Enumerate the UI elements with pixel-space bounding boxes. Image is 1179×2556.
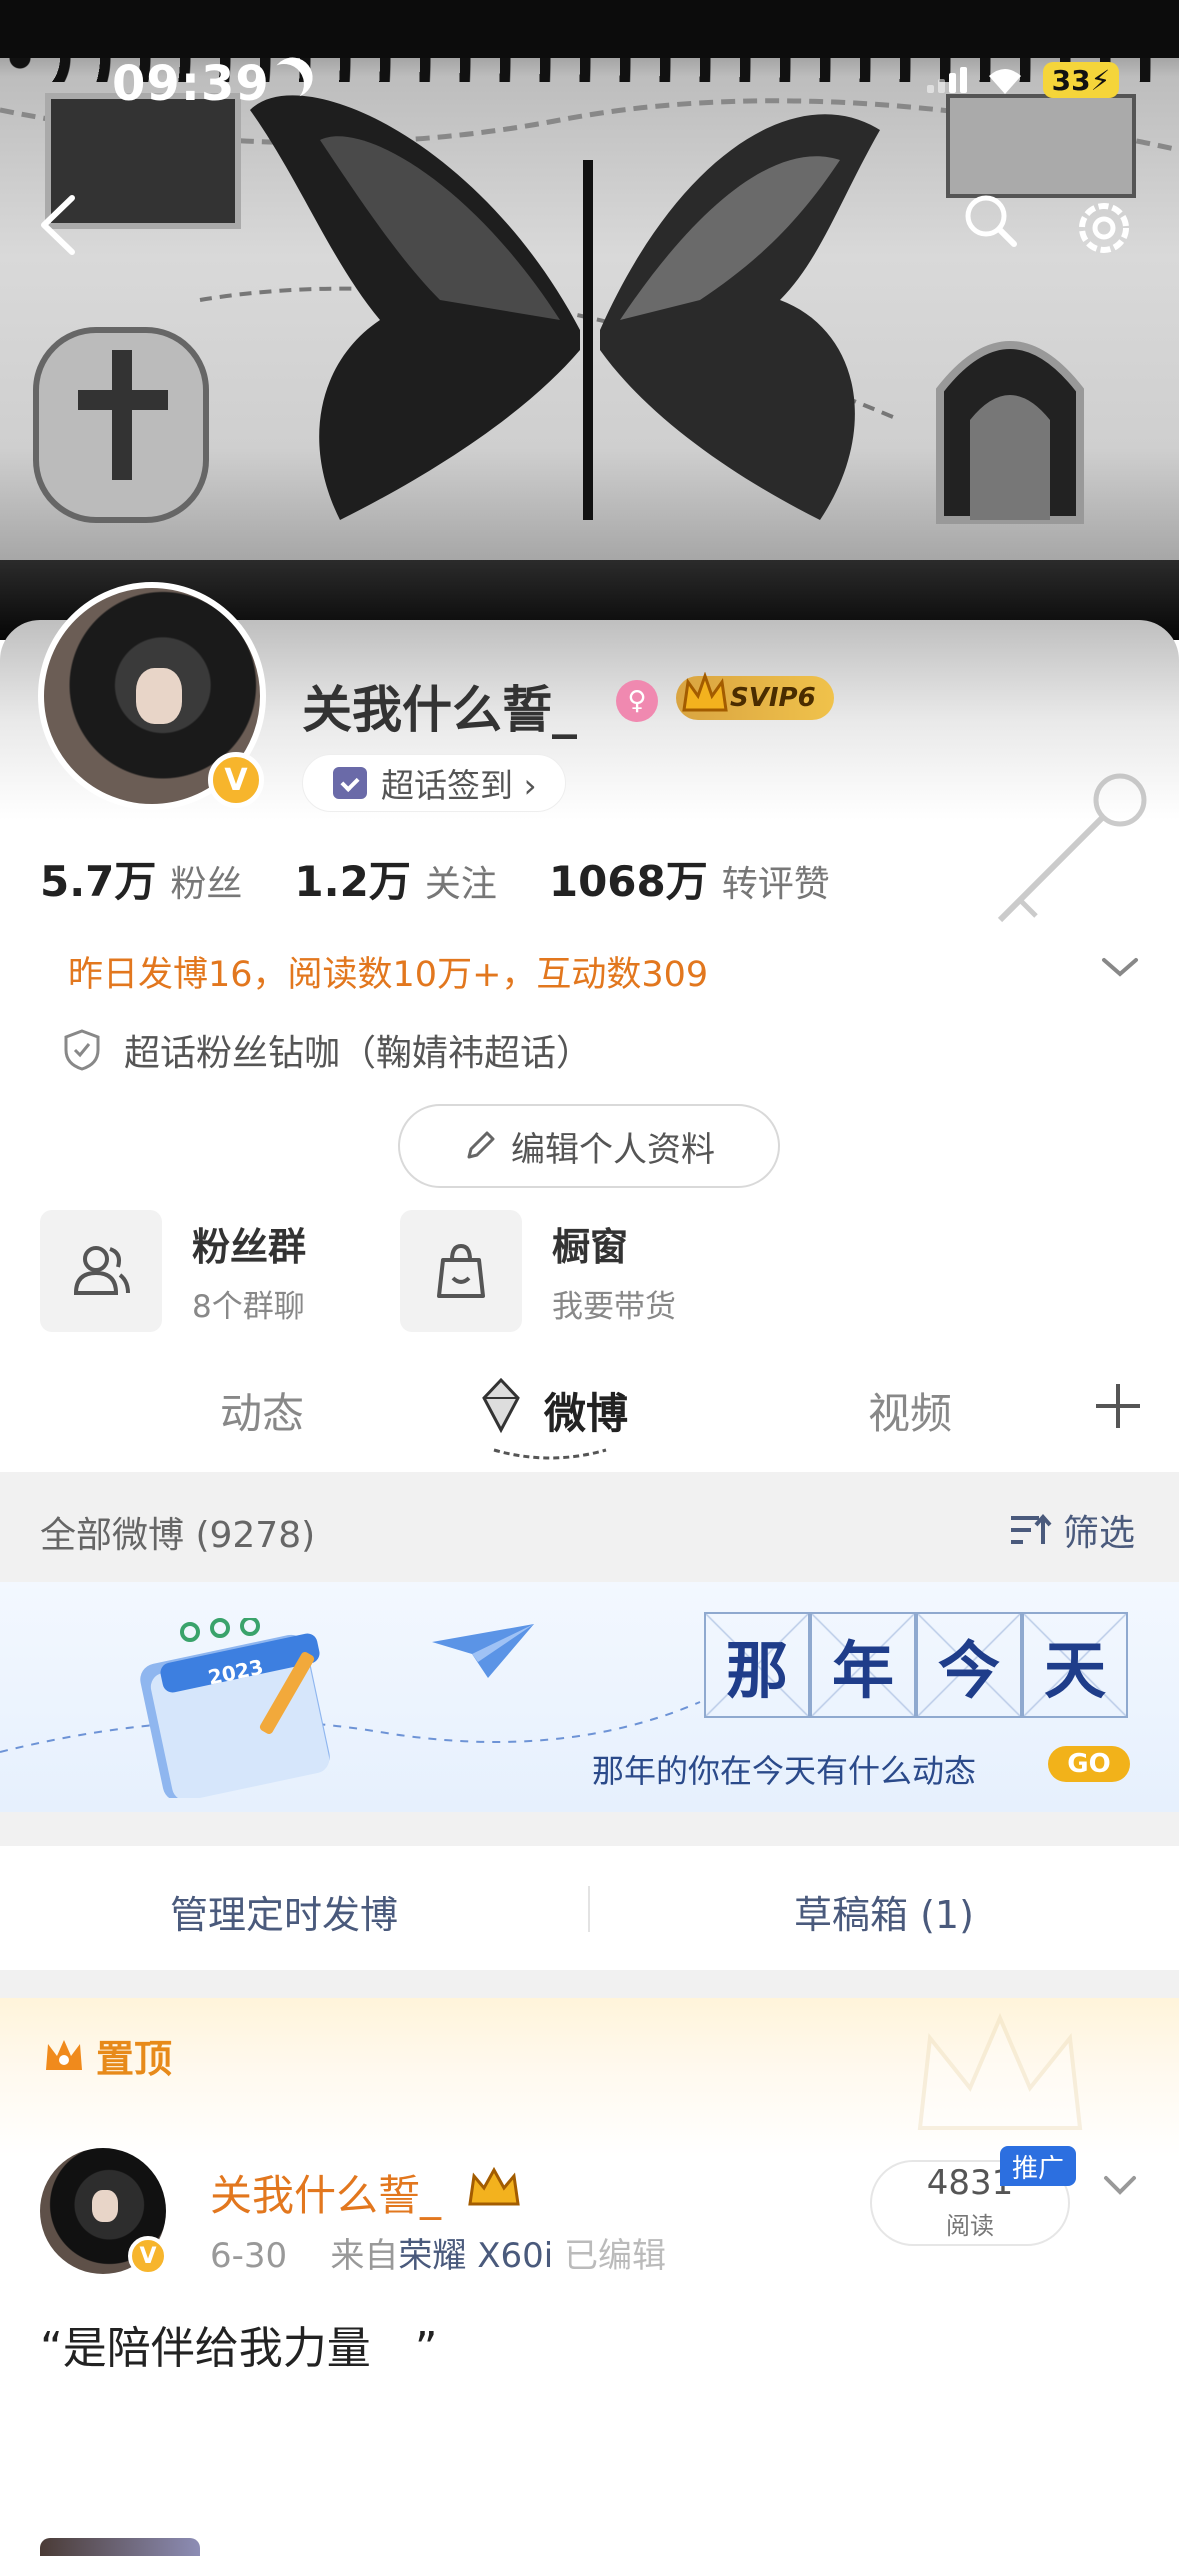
edit-profile-label: 编辑个人资料: [511, 1129, 715, 1170]
svip-crown-icon: [682, 672, 728, 712]
svip-badge[interactable]: SVIP6: [676, 672, 834, 720]
title-char: 年: [810, 1612, 916, 1718]
post-edited-label: 已编辑: [564, 2236, 667, 2276]
fan-title-text: 超话粉丝钻咖（鞠婧祎超话）: [124, 1033, 593, 1074]
feature-tiles: 粉丝群 8个群聊 橱窗 我要带货: [40, 1210, 720, 1332]
shield-icon: [64, 1029, 100, 1071]
tile-showcase[interactable]: 橱窗 我要带货: [400, 1210, 720, 1332]
title-char: 天: [1022, 1612, 1128, 1718]
tile-subtitle: 8个群聊: [192, 1289, 305, 1325]
title-char: 那: [704, 1612, 810, 1718]
crown-icon: [46, 2039, 82, 2070]
tile-fan-group[interactable]: 粉丝群 8个群聊: [40, 1210, 360, 1332]
post-meta: 6-30 来自荣耀 X60i 已编辑: [210, 2228, 666, 2277]
calendar-icon: 2023: [140, 1618, 330, 1798]
title-char: 今: [916, 1612, 1022, 1718]
search-icon[interactable]: [960, 190, 1020, 250]
paper-plane-icon: [432, 1624, 534, 1678]
verified-badge-icon: V: [208, 752, 264, 808]
verified-badge-icon: V: [128, 2236, 168, 2276]
female-gender-icon: ♀: [616, 680, 658, 722]
svip-crown-icon: [468, 2166, 520, 2206]
stat-value: 1068万: [548, 857, 708, 906]
scheduled-posts-button[interactable]: 管理定时发博: [170, 1884, 398, 1939]
tile-title: 粉丝群: [192, 1225, 307, 1269]
pencil-icon: [467, 1131, 495, 1159]
pinned-post[interactable]: 置顶 V 关我什么誓_ 6-30 来自荣耀 X60i 已编辑 4831 阅读 推…: [0, 1998, 1179, 2556]
chaohua-checkin-button[interactable]: 超话签到 ›: [302, 754, 566, 812]
wifi-icon: [989, 69, 1021, 94]
group-icon: [40, 1210, 162, 1332]
read-label: 阅读: [946, 2211, 994, 2240]
stat-label: 粉丝: [170, 864, 243, 905]
manage-row: 管理定时发博 草稿箱 (1): [0, 1846, 1179, 1970]
battery-indicator: 33 ⚡: [1043, 62, 1119, 98]
next-post-preview: [40, 2538, 200, 2556]
stat-interactions[interactable]: 1068万 转评赞: [549, 848, 830, 909]
shopping-bag-icon: [400, 1210, 522, 1332]
post-date: 6-30: [210, 2236, 288, 2276]
chaohua-checkin-label: 超话签到 ›: [381, 766, 537, 805]
post-author-name[interactable]: 关我什么誓_: [210, 2162, 441, 2223]
filter-label: 筛选: [1062, 1513, 1135, 1554]
on-this-day-title: 那 年 今 天: [704, 1612, 1128, 1718]
tab-feed[interactable]: 动态: [220, 1380, 304, 1441]
stat-label: 转评赞: [721, 864, 830, 905]
tab-chain-deco-icon: [493, 1448, 607, 1460]
status-indicators: 33 ⚡: [927, 62, 1119, 98]
drafts-button[interactable]: 草稿箱 (1): [794, 1884, 974, 1939]
tile-subtitle: 我要带货: [552, 1289, 676, 1325]
weibo-list-header: 全部微博 (9278) 筛选: [0, 1472, 1179, 1582]
fan-title-row[interactable]: 超话粉丝钻咖（鞠婧祎超话）: [62, 1024, 592, 1076]
divider: [588, 1886, 590, 1932]
avatar-face: [92, 2190, 118, 2222]
calendar-check-icon: [333, 767, 367, 799]
on-this-day-subtitle: 那年的你在今天有什么动态: [592, 1752, 977, 1790]
status-time: 09:39: [112, 56, 270, 112]
post-text: “是陪伴给我力量 ”: [40, 2323, 438, 2374]
section-gap: [0, 1812, 1179, 1846]
key-decoration-icon: [997, 773, 1147, 923]
go-button[interactable]: GO: [1048, 1746, 1130, 1782]
promote-tag[interactable]: 推广: [1000, 2146, 1077, 2186]
stat-value: 5.7万: [40, 857, 157, 906]
chevron-down-icon[interactable]: [1098, 952, 1142, 982]
post-source-device[interactable]: 荣耀 X60i: [398, 2236, 553, 2276]
profile-stats: 5.7万 粉丝 1.2万 关注 1068万 转评赞: [40, 848, 830, 909]
svip-label: SVIP6: [730, 683, 816, 713]
avatar-face: [136, 668, 182, 724]
plus-icon[interactable]: [1090, 1378, 1146, 1434]
stat-value: 1.2万: [294, 857, 411, 906]
pinned-label: 置顶: [42, 2028, 172, 2083]
chevron-down-icon[interactable]: [1100, 2170, 1140, 2200]
cellular-signal-icon: [927, 67, 967, 93]
crown-deco-icon: [917, 2012, 1083, 2130]
weibo-count: 全部微博 (9278): [40, 1515, 316, 1556]
edit-profile-button[interactable]: 编辑个人资料: [398, 1104, 780, 1188]
post-source-prefix: 来自: [330, 2236, 399, 2276]
profile-nickname: 关我什么誓_: [302, 681, 577, 739]
filter-icon: [1010, 1513, 1052, 1544]
on-this-day-banner[interactable]: 2023 那 年 今 天 那年的你在今天有什么动态 GO: [0, 1582, 1179, 1812]
filter-button[interactable]: 筛选: [1009, 1504, 1135, 1556]
tile-title: 橱窗: [552, 1225, 629, 1269]
section-gap: [0, 1970, 1179, 1998]
pinned-label-text: 置顶: [96, 2037, 173, 2081]
tab-video[interactable]: 视频: [868, 1380, 952, 1441]
stat-label: 关注: [424, 864, 497, 905]
back-arrow-icon[interactable]: [30, 190, 90, 260]
diamond-pendant-icon: [482, 1377, 520, 1434]
stat-followers[interactable]: 5.7万 粉丝: [40, 848, 242, 909]
stat-following[interactable]: 1.2万 关注: [294, 848, 496, 909]
battery-level: 33: [1051, 63, 1091, 97]
yesterday-summary[interactable]: 昨日发博16，阅读数10万+，互动数309: [68, 946, 708, 997]
profile-banner: 09:39 33 ⚡: [0, 0, 1179, 640]
tab-weibo[interactable]: 微博: [544, 1380, 628, 1441]
gear-icon[interactable]: [1072, 196, 1136, 260]
